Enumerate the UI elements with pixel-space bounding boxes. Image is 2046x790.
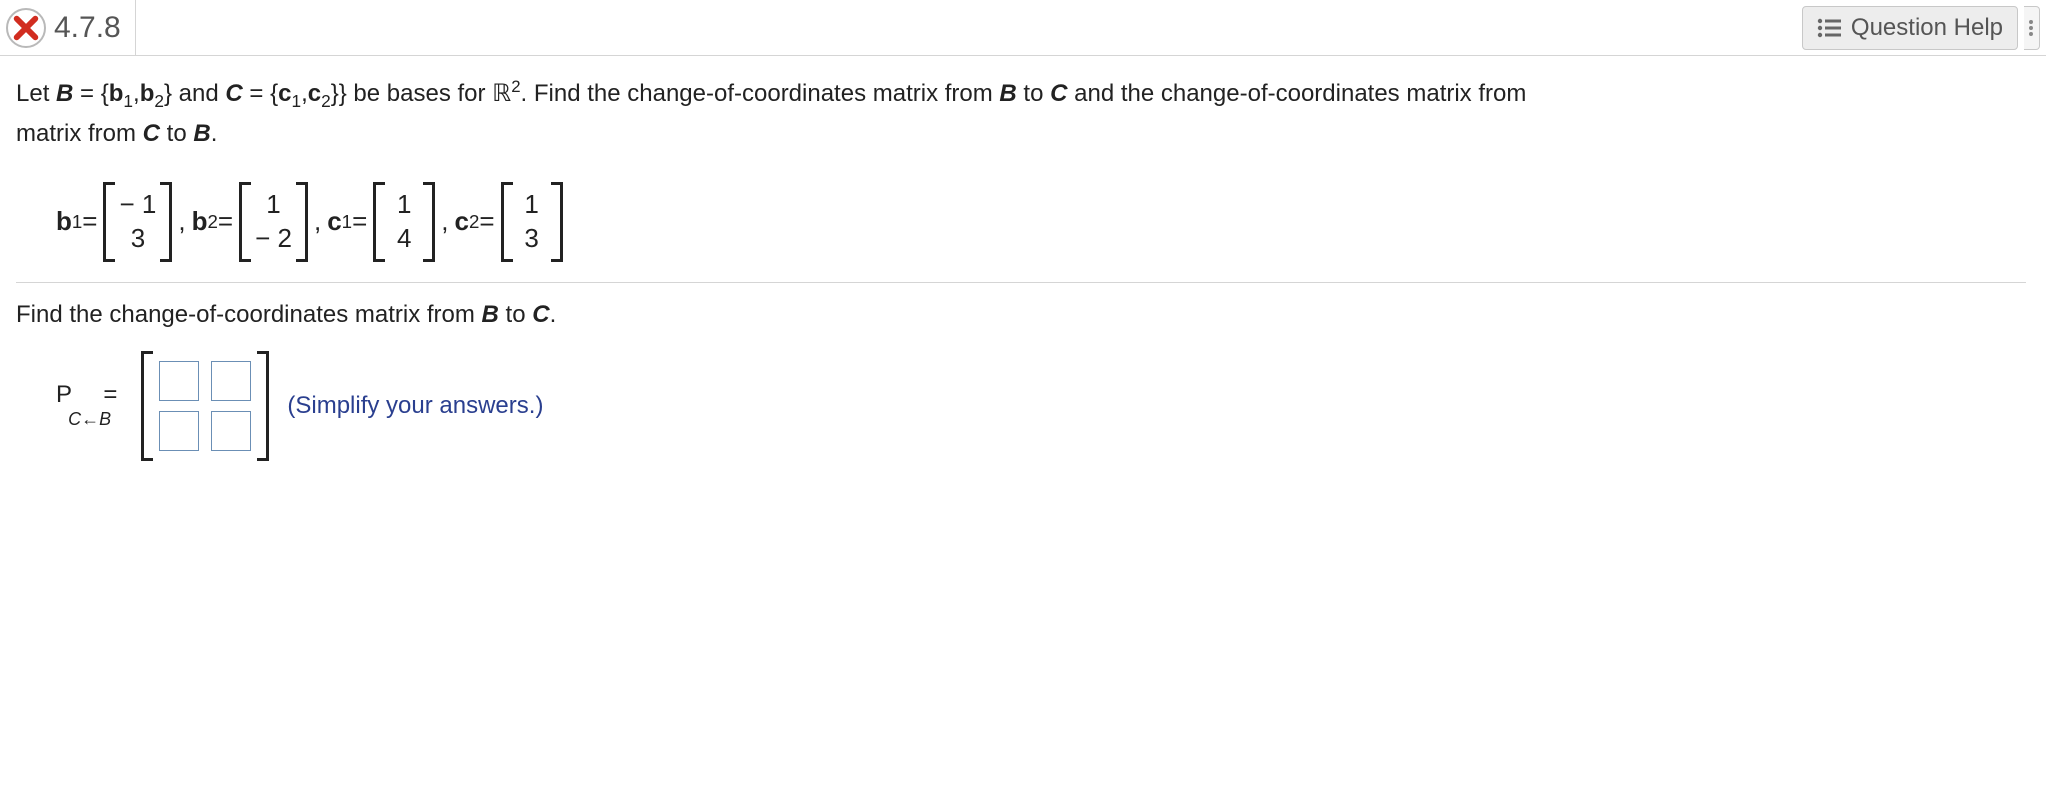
list-icon bbox=[1817, 18, 1841, 38]
question-help-button[interactable]: Question Help bbox=[1802, 6, 2018, 50]
incorrect-icon bbox=[6, 8, 46, 48]
text: . Find the change-of-coordinates matrix … bbox=[521, 80, 1000, 107]
question-body: Let B = {b1,b2} and C = {c1,c2}} be base… bbox=[0, 56, 2046, 471]
c2-label: c2 = bbox=[454, 206, 494, 237]
simplify-hint: (Simplify your answers.) bbox=[287, 392, 543, 420]
question-header: 4.7.8 Question Help bbox=[0, 0, 2046, 56]
b1-row1: − 1 bbox=[119, 189, 156, 220]
c2-row1: 1 bbox=[517, 189, 547, 220]
text: } be bases for bbox=[339, 80, 492, 107]
P-subscript: C←B bbox=[68, 409, 111, 431]
question-number: 4.7.8 bbox=[54, 0, 136, 56]
b2-row2: − 2 bbox=[255, 223, 292, 254]
b1-label: b1 = bbox=[56, 206, 97, 237]
c2-row2: 3 bbox=[517, 223, 547, 254]
text: ℝ bbox=[492, 81, 511, 107]
c1-label: c1 = bbox=[327, 206, 367, 237]
text: and the change-of-coordinates matrix fro… bbox=[1067, 80, 1526, 107]
help-label: Question Help bbox=[1851, 14, 2003, 42]
basis-vectors: b1 = − 1 3 , b2 = 1 − 2 , c1 = 1 4 , c2 … bbox=[56, 182, 2026, 262]
vector-c1: 1 4 bbox=[373, 182, 435, 262]
text: to bbox=[1017, 80, 1050, 107]
P-letter: P bbox=[56, 381, 78, 408]
text: B bbox=[999, 80, 1016, 107]
b2-row1: 1 bbox=[259, 189, 289, 220]
matrix-cell-11[interactable] bbox=[159, 361, 199, 401]
text: C bbox=[1050, 80, 1067, 107]
x-mark-icon bbox=[12, 14, 40, 42]
b2-label: b2 = bbox=[192, 206, 233, 237]
problem-statement: Let B = {b1,b2} and C = {c1,c2}} be base… bbox=[16, 74, 2026, 154]
answer-matrix bbox=[141, 351, 269, 461]
vector-c2: 1 3 bbox=[501, 182, 563, 262]
header-left: 4.7.8 bbox=[6, 0, 136, 56]
matrix-cell-21[interactable] bbox=[159, 411, 199, 451]
sub-prompt: Find the change-of-coordinates matrix fr… bbox=[16, 301, 2026, 329]
section-divider bbox=[16, 282, 2026, 283]
matrix-label-P: P = C←B bbox=[56, 381, 123, 431]
answer-area: P = C←B (Simplify your answers.) bbox=[56, 351, 2026, 461]
next-button-truncated[interactable] bbox=[2024, 6, 2040, 50]
b1-row2: 3 bbox=[123, 223, 153, 254]
text: 2 bbox=[511, 77, 520, 96]
header-right: Question Help bbox=[1802, 6, 2040, 50]
matrix-cell-12[interactable] bbox=[211, 361, 251, 401]
c1-row1: 1 bbox=[389, 189, 419, 220]
text: Let bbox=[16, 80, 56, 107]
vector-b2: 1 − 2 bbox=[239, 182, 308, 262]
equals: = bbox=[103, 381, 123, 408]
matrix-cell-22[interactable] bbox=[211, 411, 251, 451]
vector-b1: − 1 3 bbox=[103, 182, 172, 262]
c1-row2: 4 bbox=[389, 223, 419, 254]
